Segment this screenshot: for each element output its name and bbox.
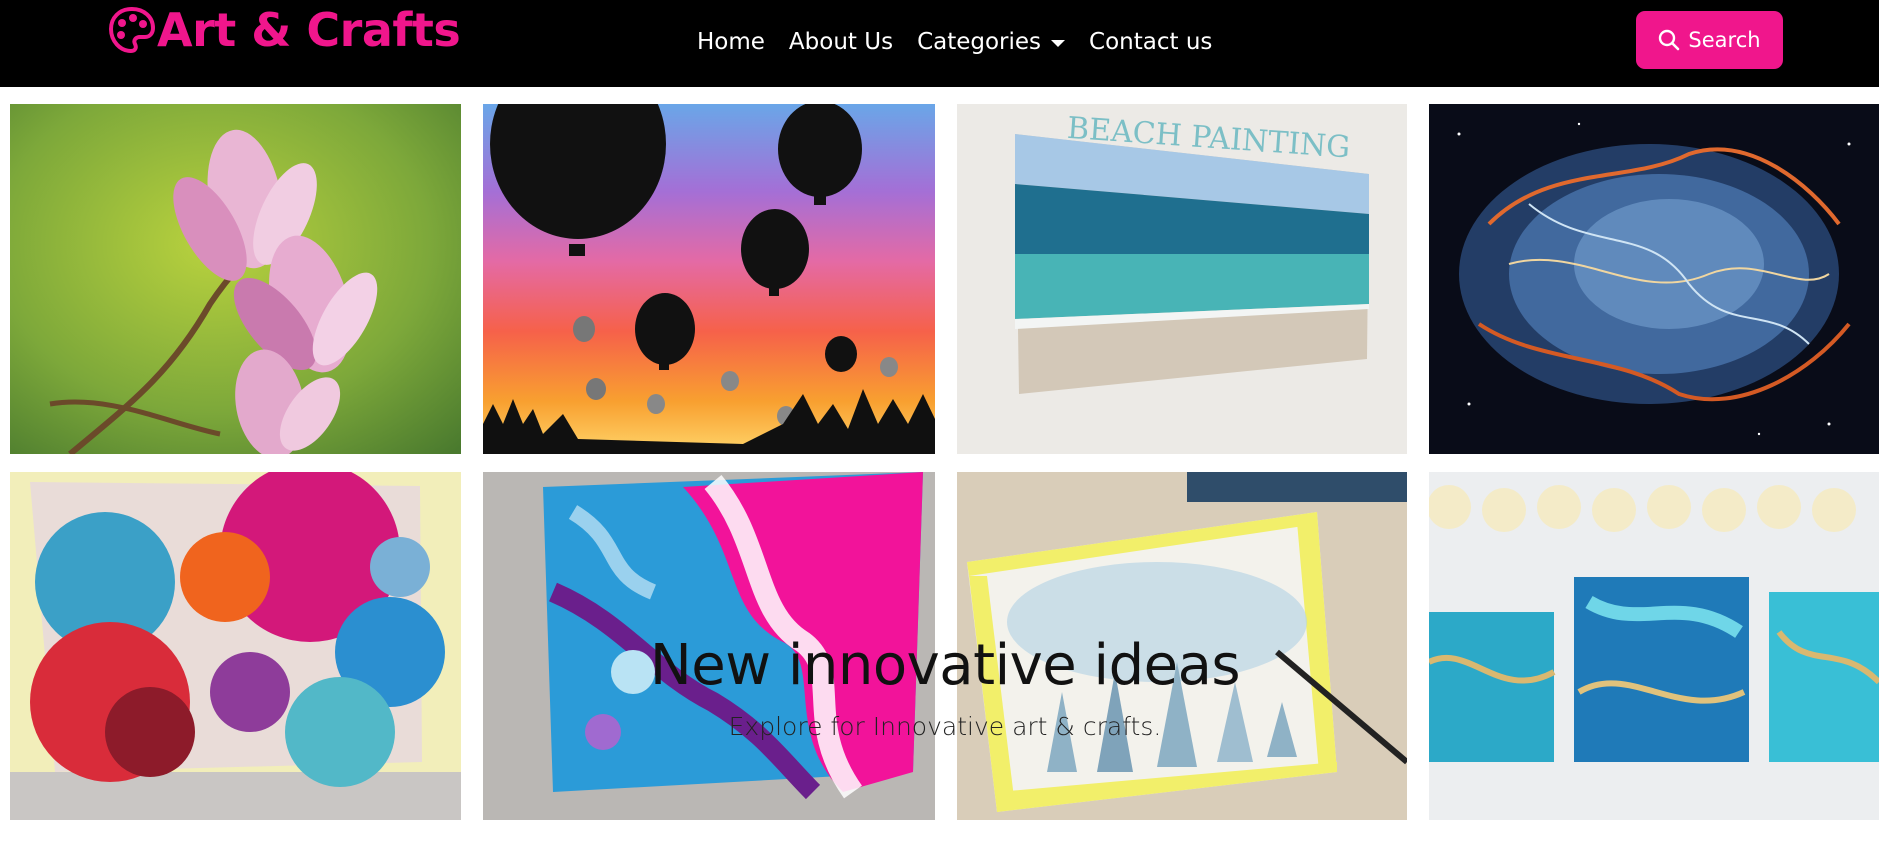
search-button[interactable]: Search [1636, 11, 1783, 69]
main-nav: Home About Us Categories Contact us [697, 22, 1236, 62]
hot-air-balloons-painting[interactable] [483, 104, 935, 454]
magnolia-painting[interactable] [10, 104, 461, 454]
nav-categories-label: Categories [917, 29, 1042, 55]
palette-icon [107, 5, 157, 55]
nav-about-us[interactable]: About Us [789, 22, 893, 62]
carousel-caption: New innovative ideas Explore for Innovat… [560, 628, 1330, 744]
resin-coasters-painting[interactable] [1429, 472, 1879, 820]
hero-title: New innovative ideas [649, 633, 1241, 698]
nav-home[interactable]: Home [697, 22, 765, 62]
search-icon [1659, 29, 1680, 51]
beach-painting[interactable]: BEACH PAINTING [957, 104, 1407, 454]
navbar: Art & Crafts Home About Us Categories Co… [0, 0, 1879, 87]
search-button-label: Search [1688, 28, 1761, 52]
hero-subtitle: Explore for Innovative art & crafts. [728, 712, 1162, 741]
nav-categories-dropdown[interactable]: Categories [917, 22, 1066, 62]
nav-contact-us[interactable]: Contact us [1089, 22, 1212, 62]
caret-down-icon [1051, 39, 1066, 47]
brand-title: Art & Crafts [157, 3, 461, 57]
brand-link[interactable]: Art & Crafts [107, 2, 461, 58]
nebula-painting[interactable] [1429, 104, 1879, 454]
alcohol-ink-painting[interactable] [10, 472, 461, 820]
